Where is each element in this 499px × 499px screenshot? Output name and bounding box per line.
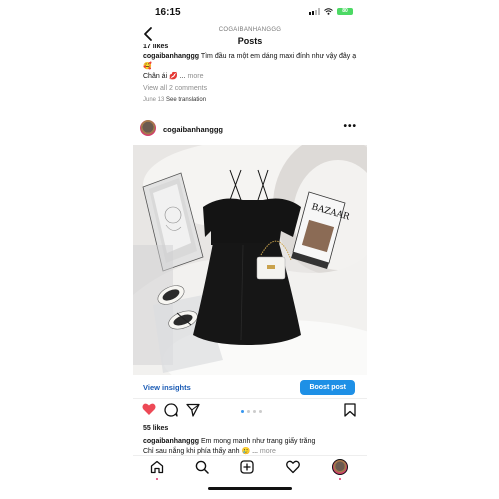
previous-caption: cogaibanhanggg Tìm đầu ra một em dáng ma… [143,52,359,72]
status-icons: 80 [309,8,353,15]
caption-text: Em mong manh như trang giấy trắng [200,438,316,445]
wifi-icon [324,8,333,15]
more-options-icon[interactable]: ••• [343,121,357,132]
insights-bar: View insights Boost post [133,378,367,399]
boost-post-button[interactable]: Boost post [300,380,355,395]
home-icon[interactable] [150,460,164,474]
instagram-screen: 16:15 80 COGAIBANHANGGG Posts 17 likes c… [133,0,367,499]
status-time: 16:15 [155,7,181,18]
previous-more-link[interactable]: more [188,73,204,80]
home-notification-dot [156,478,158,480]
post-caption: cogaibanhanggg Em mong manh như trang gi… [143,437,357,455]
previous-date-row: June 13 See translation [143,95,359,105]
profile-notification-dot [339,478,341,480]
caption-more-link[interactable]: more [260,448,276,455]
post-username[interactable]: cogaibanhanggg [163,125,223,134]
search-icon[interactable] [195,460,209,474]
battery-icon: 80 [337,8,353,15]
caption-line2: Chỉ sau nắng khi phía thấy anh 🥲 ... [143,448,258,455]
post-actions [133,400,367,422]
previous-caption-user[interactable]: cogaibanhanggg [143,53,199,60]
previous-caption-line2-text: Chân ái 💋 ... [143,73,186,80]
share-icon[interactable] [186,403,200,417]
profile-icon[interactable] [332,459,348,475]
carousel-indicator [241,410,262,413]
bottom-nav [133,455,367,482]
previous-post-info: 17 likes cogaibanhanggg Tìm đầu ra một e… [143,44,359,105]
status-bar: 16:15 80 [133,0,367,24]
previous-date: June 13 [143,97,165,103]
home-indicator [208,487,292,490]
post-photo: BAZAAR [133,145,367,375]
comment-icon[interactable] [164,403,178,417]
header-username: COGAIBANHANGGG [218,27,282,33]
heart-icon[interactable] [142,403,156,416]
like-count[interactable]: 55 likes [143,425,168,432]
activity-icon[interactable] [286,460,300,474]
post-header: cogaibanhanggg ••• [133,118,367,142]
see-translation-link[interactable]: See translation [166,97,206,103]
add-icon[interactable] [240,460,254,474]
post-image[interactable]: BAZAAR [133,145,367,375]
view-insights-link[interactable]: View insights [143,383,191,392]
signal-icon [309,8,320,15]
save-icon[interactable] [344,403,356,417]
view-comments-link[interactable]: View all 2 comments [143,84,359,94]
caption-user[interactable]: cogaibanhanggg [143,438,199,445]
previous-caption-line2: Chân ái 💋 ... more [143,72,359,82]
avatar[interactable] [140,120,156,136]
previous-likes[interactable]: 17 likes [143,44,359,52]
